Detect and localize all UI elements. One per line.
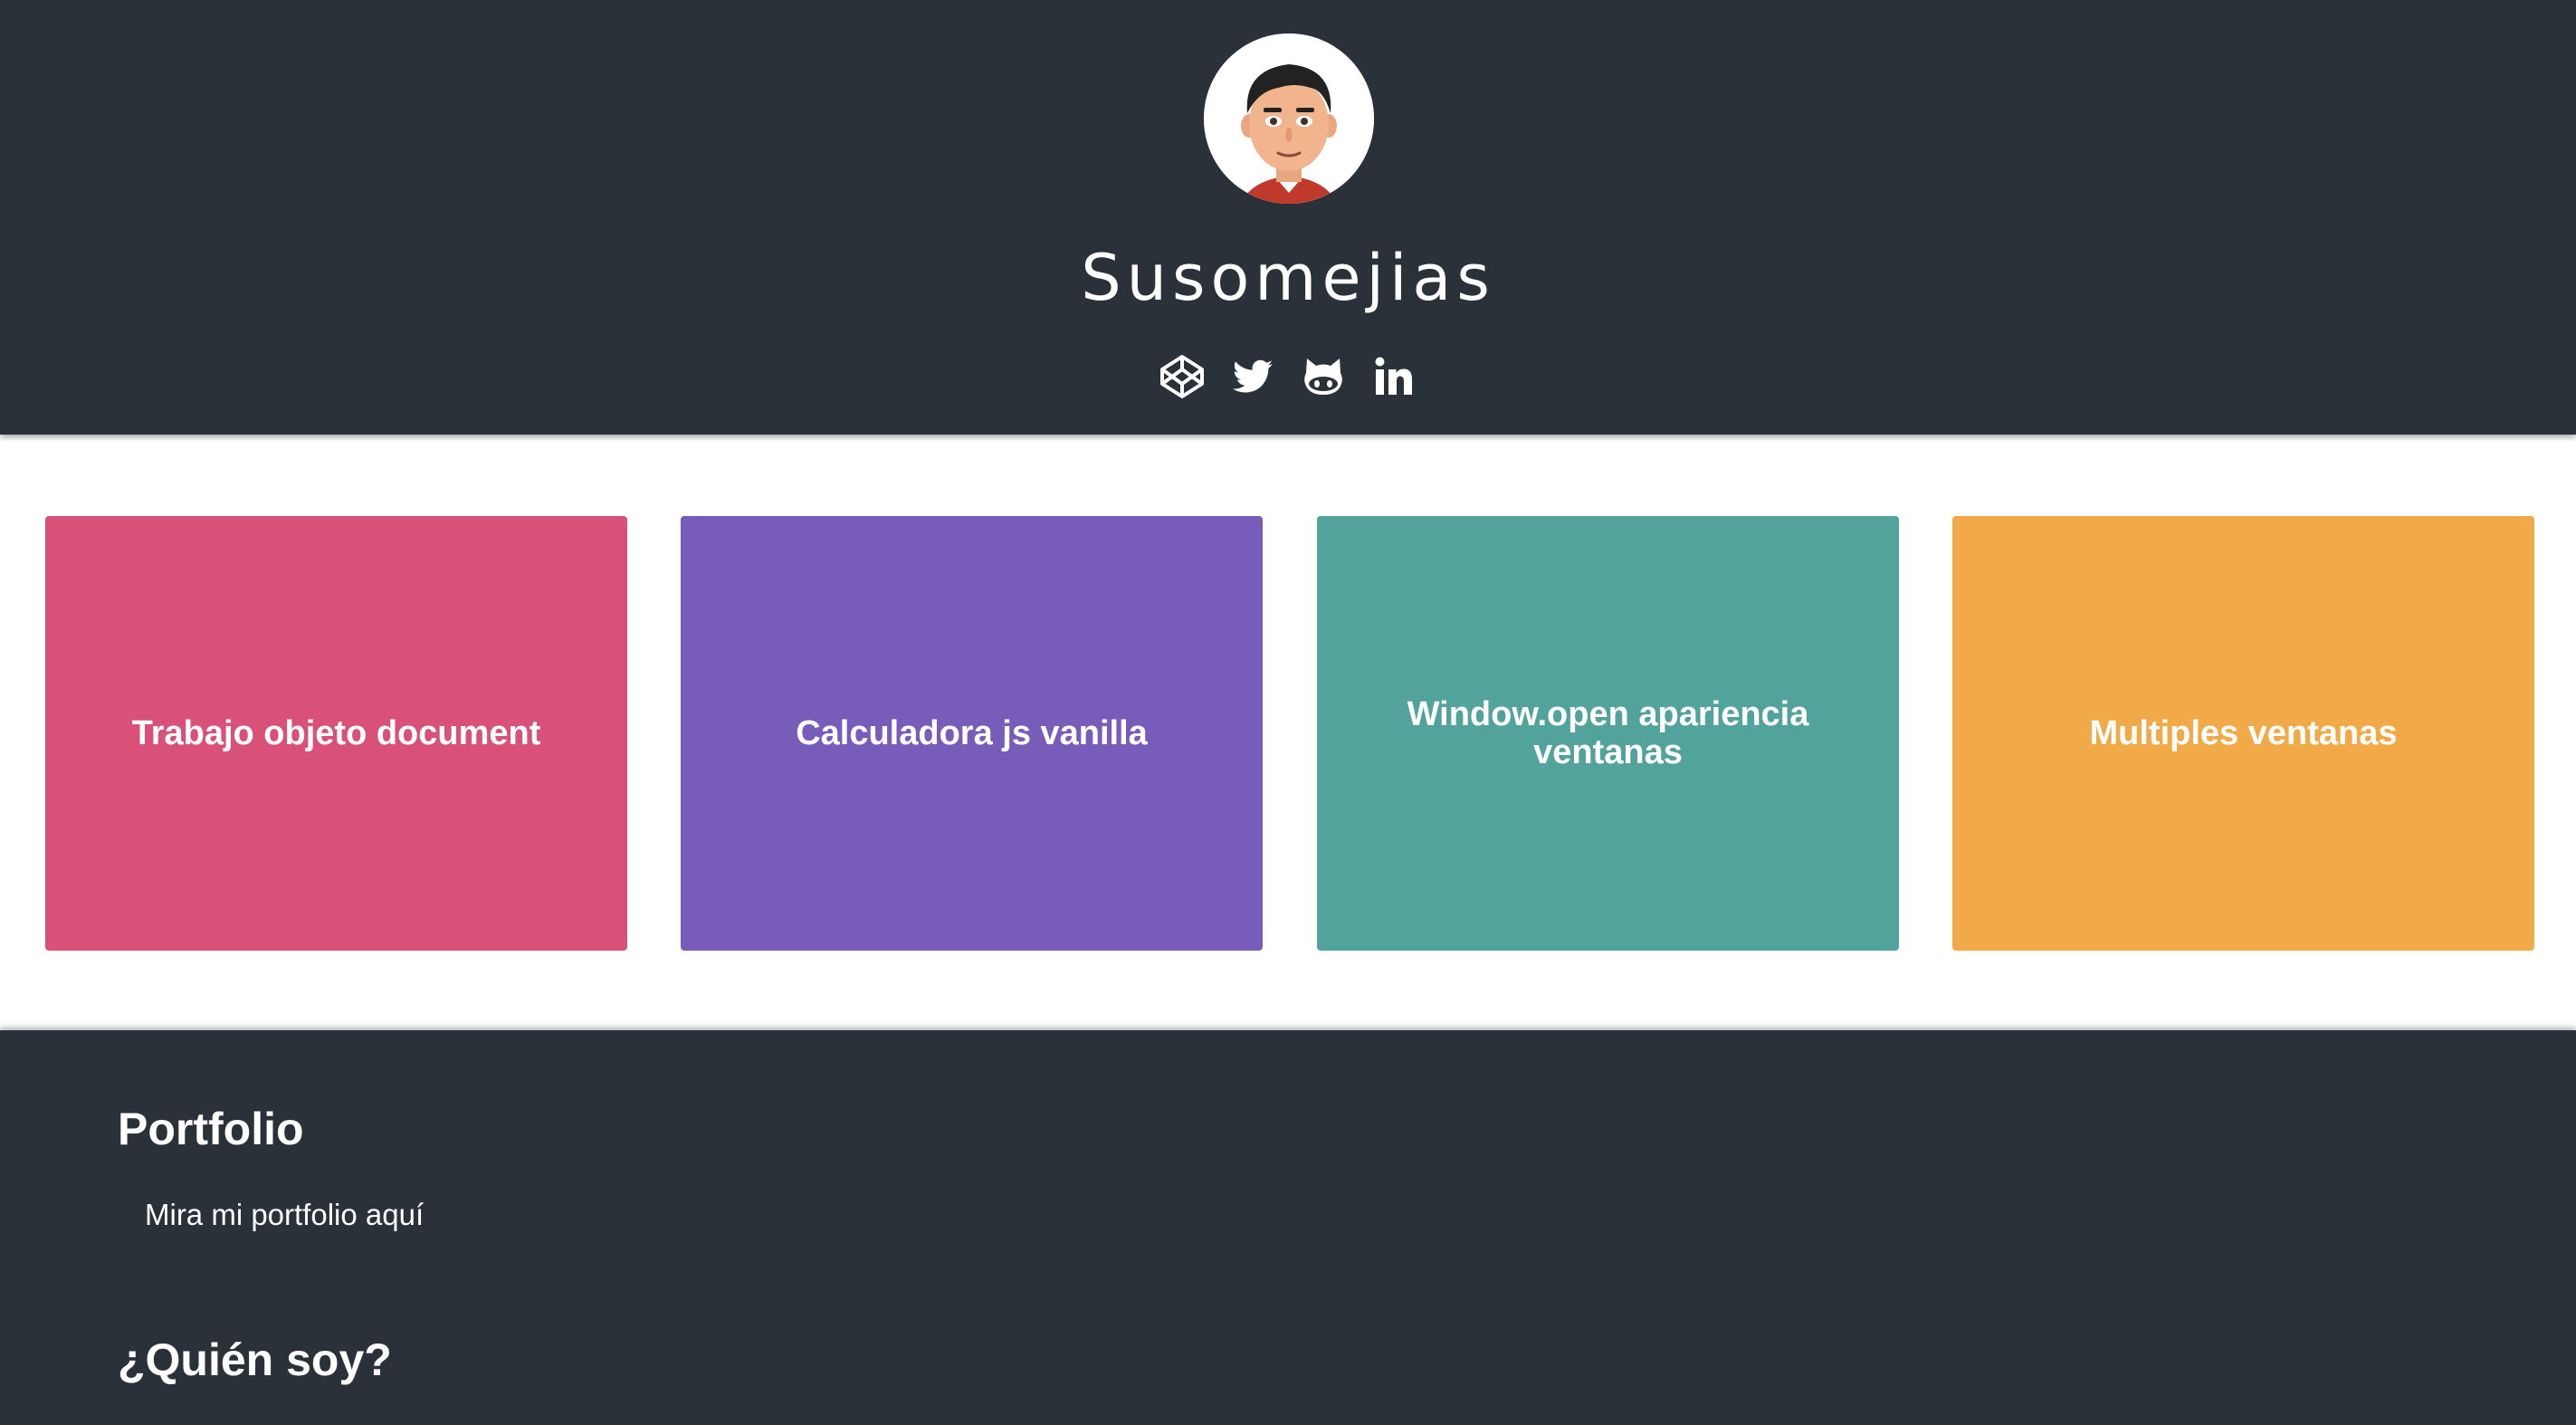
twitter-link[interactable] [1229, 353, 1276, 400]
project-card-calculator[interactable]: Calculadora js vanilla [681, 516, 1263, 951]
avatar-icon [1204, 33, 1374, 204]
social-links [0, 353, 2576, 400]
about-heading: ¿Quién soy? [118, 1334, 392, 1385]
site-header: Susomejias [0, 0, 2576, 435]
codepen-icon [1160, 355, 1204, 398]
portfolio-heading: Portfolio [118, 1104, 304, 1154]
project-card-document[interactable]: Trabajo objeto document [45, 516, 627, 951]
projects-grid: Trabajo objeto document Calculadora js v… [0, 435, 2576, 1030]
codepen-link[interactable] [1159, 353, 1206, 400]
project-card-window-open[interactable]: Window.open apariencia ventanas [1317, 516, 1899, 951]
project-card-multiple-windows[interactable]: Multiples ventanas [1952, 516, 2534, 951]
github-icon [1304, 359, 1342, 395]
site-title: Susomejias [1081, 241, 1495, 315]
project-card-label: Trabajo objeto document [131, 714, 541, 752]
linkedin-icon [1375, 357, 1412, 395]
project-card-label: Window.open apariencia ventanas [1407, 695, 1809, 771]
portfolio-link[interactable]: Mira mi portfolio aquí [145, 1198, 424, 1232]
linkedin-link[interactable] [1370, 353, 1417, 400]
twitter-icon [1232, 359, 1273, 393]
site-footer: Portfolio Mira mi portfolio aquí ¿Quién … [0, 1030, 2576, 1425]
project-card-label: Multiples ventanas [2089, 714, 2398, 752]
project-card-label: Calculadora js vanilla [796, 714, 1148, 752]
avatar [1204, 33, 1374, 204]
github-link[interactable] [1300, 353, 1347, 400]
